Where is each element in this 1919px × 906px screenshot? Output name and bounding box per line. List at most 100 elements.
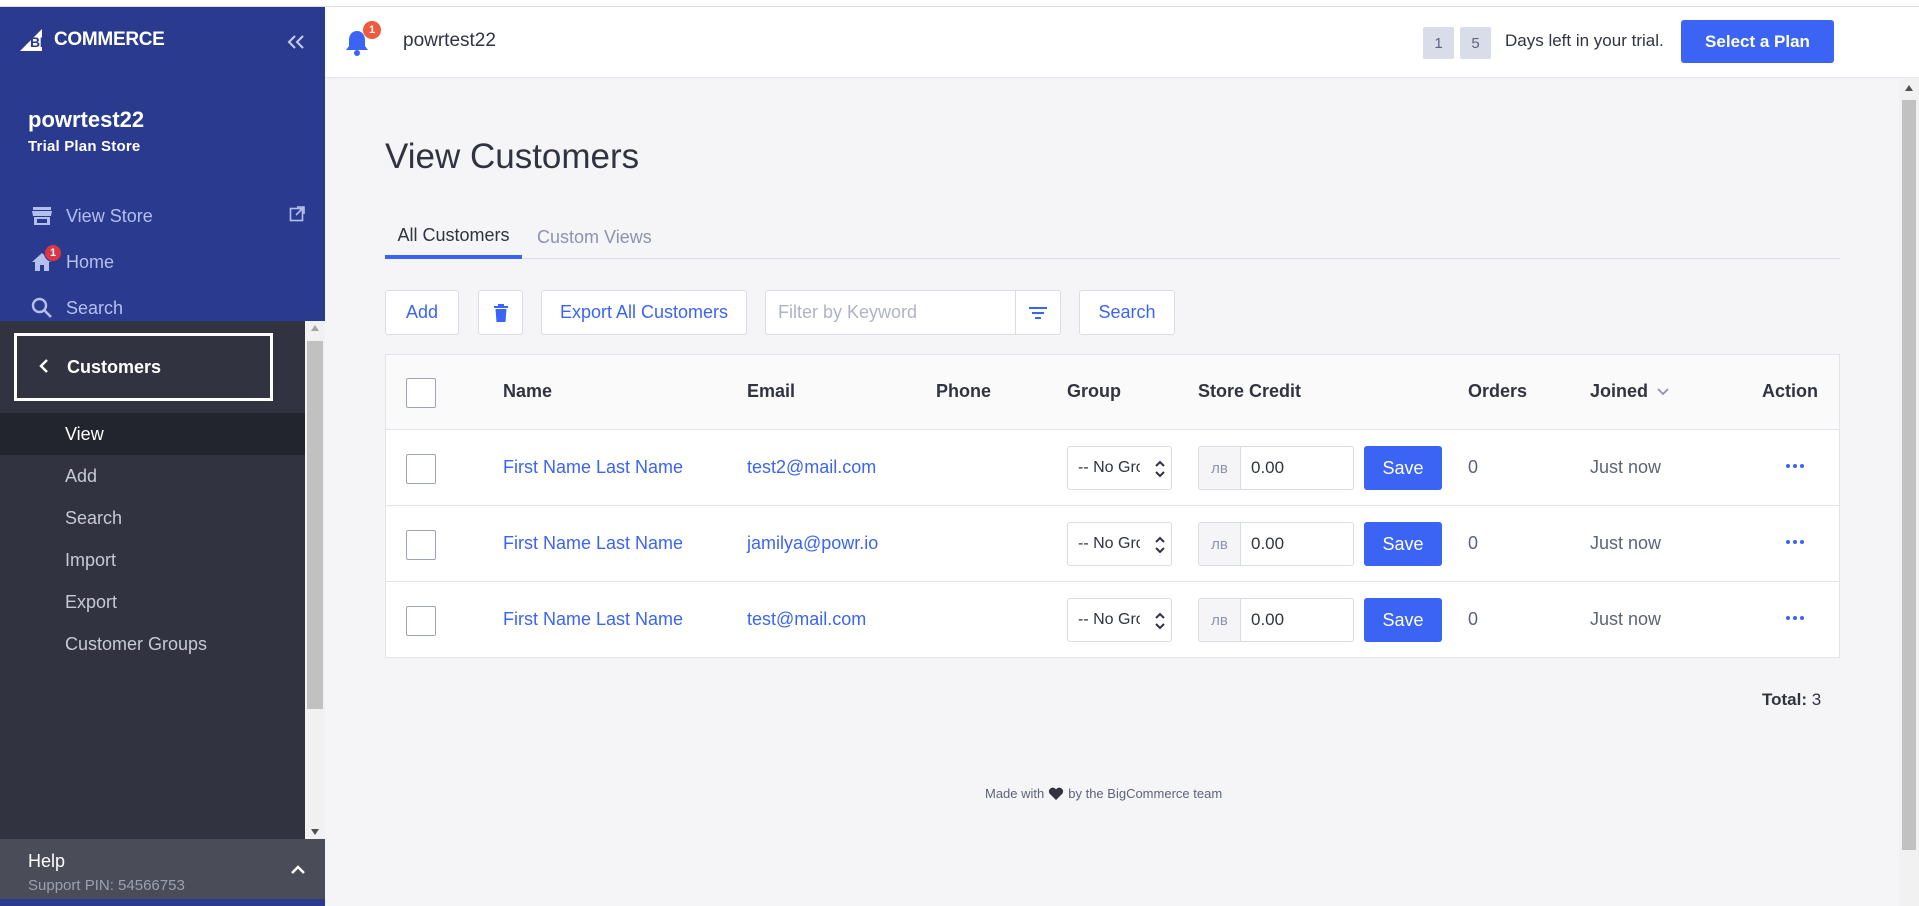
notification-badge: 1 xyxy=(363,21,381,39)
subnav-item-view[interactable]: View xyxy=(0,413,305,455)
header-store-name: powrtest22 xyxy=(403,30,496,51)
customers-subnav: Customers View Add Search Import Export … xyxy=(0,321,305,839)
row-actions-more-icon[interactable] xyxy=(1786,540,1804,544)
subnav-scroll-thumb[interactable] xyxy=(307,341,323,709)
customer-email-link[interactable]: jamilya@powr.io xyxy=(747,533,878,554)
page-scrollbar[interactable] xyxy=(1899,79,1919,906)
logo-text: COMMERCE xyxy=(54,29,165,50)
customer-orders: 0 xyxy=(1468,609,1479,629)
customer-joined: Just now xyxy=(1590,609,1662,629)
customer-name-link[interactable]: First Name Last Name xyxy=(503,533,683,554)
customer-email-link[interactable]: test@mail.com xyxy=(747,609,866,630)
row-checkbox[interactable] xyxy=(406,454,436,484)
select-all-checkbox[interactable] xyxy=(406,378,436,408)
customers-sub-list: View Add Search Import Export Customer G… xyxy=(0,413,305,665)
scroll-up-arrow-icon[interactable] xyxy=(311,325,319,331)
page-footer: Made with by the BigCommerce team xyxy=(985,786,1222,801)
filter-options-button[interactable] xyxy=(1015,290,1061,335)
chevron-up-icon[interactable] xyxy=(291,859,305,880)
customers-table: Name Email Phone Group Store Credit Orde… xyxy=(385,354,1840,658)
customers-total: Total: 3 xyxy=(1762,690,1821,710)
group-select-value: -- No Group -- xyxy=(1078,611,1140,628)
subnav-item-add[interactable]: Add xyxy=(0,455,305,497)
home-notification-badge: 1 xyxy=(44,244,62,262)
trial-days-digit: 5 xyxy=(1460,27,1491,59)
help-bar[interactable]: Help Support PIN: 54566753 xyxy=(0,839,325,899)
page-title: View Customers xyxy=(385,137,640,176)
sidebar-store-name: powrtest22 xyxy=(28,107,145,132)
collapse-sidebar-button[interactable] xyxy=(287,31,305,51)
select-arrows-icon xyxy=(1155,460,1165,478)
sidebar-top-nav: View Store 1 Home Search xyxy=(0,193,325,331)
save-credit-button[interactable]: Save xyxy=(1364,446,1442,490)
column-header-orders[interactable]: Orders xyxy=(1468,381,1527,402)
row-checkbox[interactable] xyxy=(406,606,436,636)
storefront-icon xyxy=(30,204,54,228)
double-chevron-left-icon xyxy=(287,35,304,49)
chevron-left-icon xyxy=(39,357,49,378)
sidebar-store-plan: Trial Plan Store xyxy=(28,138,141,155)
save-credit-button[interactable]: Save xyxy=(1364,522,1442,566)
customers-section-back-button[interactable]: Customers xyxy=(14,333,273,401)
select-plan-button[interactable]: Select a Plan xyxy=(1681,20,1834,63)
footer-text-left: Made with xyxy=(985,786,1045,801)
customer-name-link[interactable]: First Name Last Name xyxy=(503,609,683,630)
customer-email-link[interactable]: test2@mail.com xyxy=(747,457,876,478)
search-button[interactable]: Search xyxy=(1079,290,1175,335)
bigcommerce-logo[interactable]: BIG COMMERCE xyxy=(18,27,165,53)
customer-name-link[interactable]: First Name Last Name xyxy=(503,457,683,478)
column-header-phone[interactable]: Phone xyxy=(936,381,991,402)
search-icon xyxy=(30,296,54,320)
row-checkbox[interactable] xyxy=(406,530,436,560)
column-header-group[interactable]: Group xyxy=(1067,381,1121,402)
store-credit-input[interactable] xyxy=(1240,598,1354,642)
table-header: Name Email Phone Group Store Credit Orde… xyxy=(386,355,1839,430)
tab-all-customers[interactable]: All Customers xyxy=(385,215,522,259)
customer-orders: 0 xyxy=(1468,457,1479,477)
tab-custom-views[interactable]: Custom Views xyxy=(537,215,652,259)
trial-days-text: Days left in your trial. xyxy=(1505,31,1664,50)
add-customer-button[interactable]: Add xyxy=(385,290,459,335)
subnav-item-customer-groups[interactable]: Customer Groups xyxy=(0,623,305,665)
subnav-scrollbar[interactable] xyxy=(305,321,325,839)
footer-text-right: by the BigCommerce team xyxy=(1068,786,1223,801)
customer-joined: Just now xyxy=(1590,457,1662,477)
scroll-down-arrow-icon[interactable] xyxy=(311,829,319,835)
scroll-up-arrow-icon[interactable] xyxy=(1905,85,1913,91)
customer-tabs: All Customers Custom Views xyxy=(385,215,1840,259)
column-header-store-credit[interactable]: Store Credit xyxy=(1198,381,1301,402)
column-header-joined[interactable]: Joined xyxy=(1590,381,1669,402)
sidebar-item-home[interactable]: 1 Home xyxy=(0,239,325,285)
sidebar-item-label: Search xyxy=(66,297,124,318)
row-actions-more-icon[interactable] xyxy=(1786,464,1804,468)
table-row: First Name Last Name test2@mail.com -- N… xyxy=(386,430,1839,506)
sidebar-item-label: View Store xyxy=(66,205,153,226)
subnav-item-import[interactable]: Import xyxy=(0,539,305,581)
column-header-joined-label: Joined xyxy=(1590,381,1649,401)
customer-orders: 0 xyxy=(1468,533,1479,553)
save-credit-button[interactable]: Save xyxy=(1364,598,1442,642)
sidebar-item-label: Home xyxy=(66,251,115,272)
subnav-item-search[interactable]: Search xyxy=(0,497,305,539)
sidebar-item-view-store[interactable]: View Store xyxy=(0,193,325,239)
group-select-value: -- No Group -- xyxy=(1078,535,1140,552)
customer-group-select[interactable]: -- No Group -- xyxy=(1067,598,1172,642)
currency-prefix: лв xyxy=(1198,446,1241,490)
delete-button[interactable] xyxy=(478,290,523,335)
customer-group-select[interactable]: -- No Group -- xyxy=(1067,446,1172,490)
column-header-name[interactable]: Name xyxy=(503,381,552,402)
subnav-item-export[interactable]: Export xyxy=(0,581,305,623)
customer-group-select[interactable]: -- No Group -- xyxy=(1067,522,1172,566)
store-credit-input[interactable] xyxy=(1240,446,1354,490)
column-header-email[interactable]: Email xyxy=(747,381,795,402)
page-scroll-thumb[interactable] xyxy=(1902,100,1916,850)
export-all-customers-button[interactable]: Export All Customers xyxy=(541,290,747,335)
store-credit-input[interactable] xyxy=(1240,522,1354,566)
row-actions-more-icon[interactable] xyxy=(1786,616,1804,620)
filter-keyword-input[interactable] xyxy=(765,290,1016,335)
external-link-icon xyxy=(289,206,305,227)
customers-section-label: Customers xyxy=(67,356,162,377)
customer-joined: Just now xyxy=(1590,533,1662,553)
currency-prefix: лв xyxy=(1198,598,1241,642)
table-row: First Name Last Name jamilya@powr.io -- … xyxy=(386,506,1839,582)
